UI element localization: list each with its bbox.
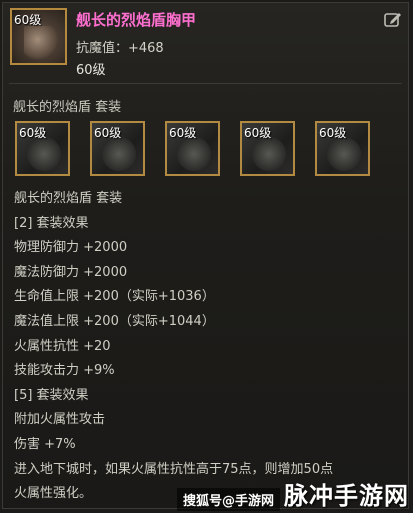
watermark: 搜狐号@手游网 脉冲手游网 [176, 477, 409, 511]
set-effect-header: [2] 套装效果 [14, 215, 89, 231]
set-effect-line: 物理防御力 +2000 [14, 240, 128, 256]
edit-icon[interactable] [384, 11, 402, 27]
set-effect-header: [5] 套装效果 [14, 387, 89, 403]
slot-level: 60级 [169, 126, 197, 140]
set-effect-line: 伤害 +7% [14, 436, 76, 452]
set-title: 舰长的烈焰盾 套装 [13, 100, 122, 115]
set-effect-line: 技能攻击力 +9% [14, 363, 115, 379]
armor-piece-icon [327, 137, 361, 171]
set-effects: 舰长的烈焰盾 套装 [2] 套装效果 物理防御力 +2000 魔法防御力 +20… [14, 187, 409, 507]
armor-piece-icon [27, 137, 61, 171]
armor-piece-icon [177, 137, 211, 171]
item-level-badge: 60级 [14, 13, 42, 27]
set-slot-1[interactable]: 60级 [15, 121, 70, 176]
set-slot-3[interactable]: 60级 [165, 121, 220, 176]
tooltip-header: 60级 舰长的烈焰盾胸甲 抗魔值：+468 60级 [3, 3, 408, 83]
slot-level: 60级 [244, 126, 272, 140]
set-slot-2[interactable]: 60级 [90, 121, 145, 176]
set-effect-line: 生命值上限 +200（实际+1036） [14, 289, 215, 305]
watermark-brand: 脉冲手游网 [284, 482, 409, 510]
slot-level: 60级 [94, 126, 122, 140]
set-slot-4[interactable]: 60级 [240, 121, 295, 176]
header-divider [9, 83, 402, 84]
set-name-line: 舰长的烈焰盾 套装 [14, 191, 123, 206]
armor-piece-icon [102, 137, 136, 171]
slot-level: 60级 [319, 126, 347, 140]
item-level: 60级 [76, 63, 106, 78]
armor-piece-icon [252, 137, 286, 171]
set-effect-line: 附加火属性攻击 [14, 412, 106, 428]
slot-level: 60级 [19, 126, 47, 140]
item-stat: 抗魔值：+468 [76, 41, 164, 56]
chest-armor-icon: 60级 [10, 8, 67, 65]
set-slot-5[interactable]: 60级 [315, 121, 370, 176]
item-title: 舰长的烈焰盾胸甲 [76, 11, 197, 29]
watermark-source: 搜狐号@手游网 [176, 488, 280, 511]
set-effect-line: 魔法防御力 +2000 [14, 264, 128, 280]
item-tooltip: 60级 舰长的烈焰盾胸甲 抗魔值：+468 60级 舰长的烈焰盾 套装 60级 … [2, 2, 409, 509]
set-effect-line: 火属性抗性 +20 [14, 338, 111, 354]
set-effect-line: 魔法值上限 +200（实际+1044） [14, 313, 215, 329]
